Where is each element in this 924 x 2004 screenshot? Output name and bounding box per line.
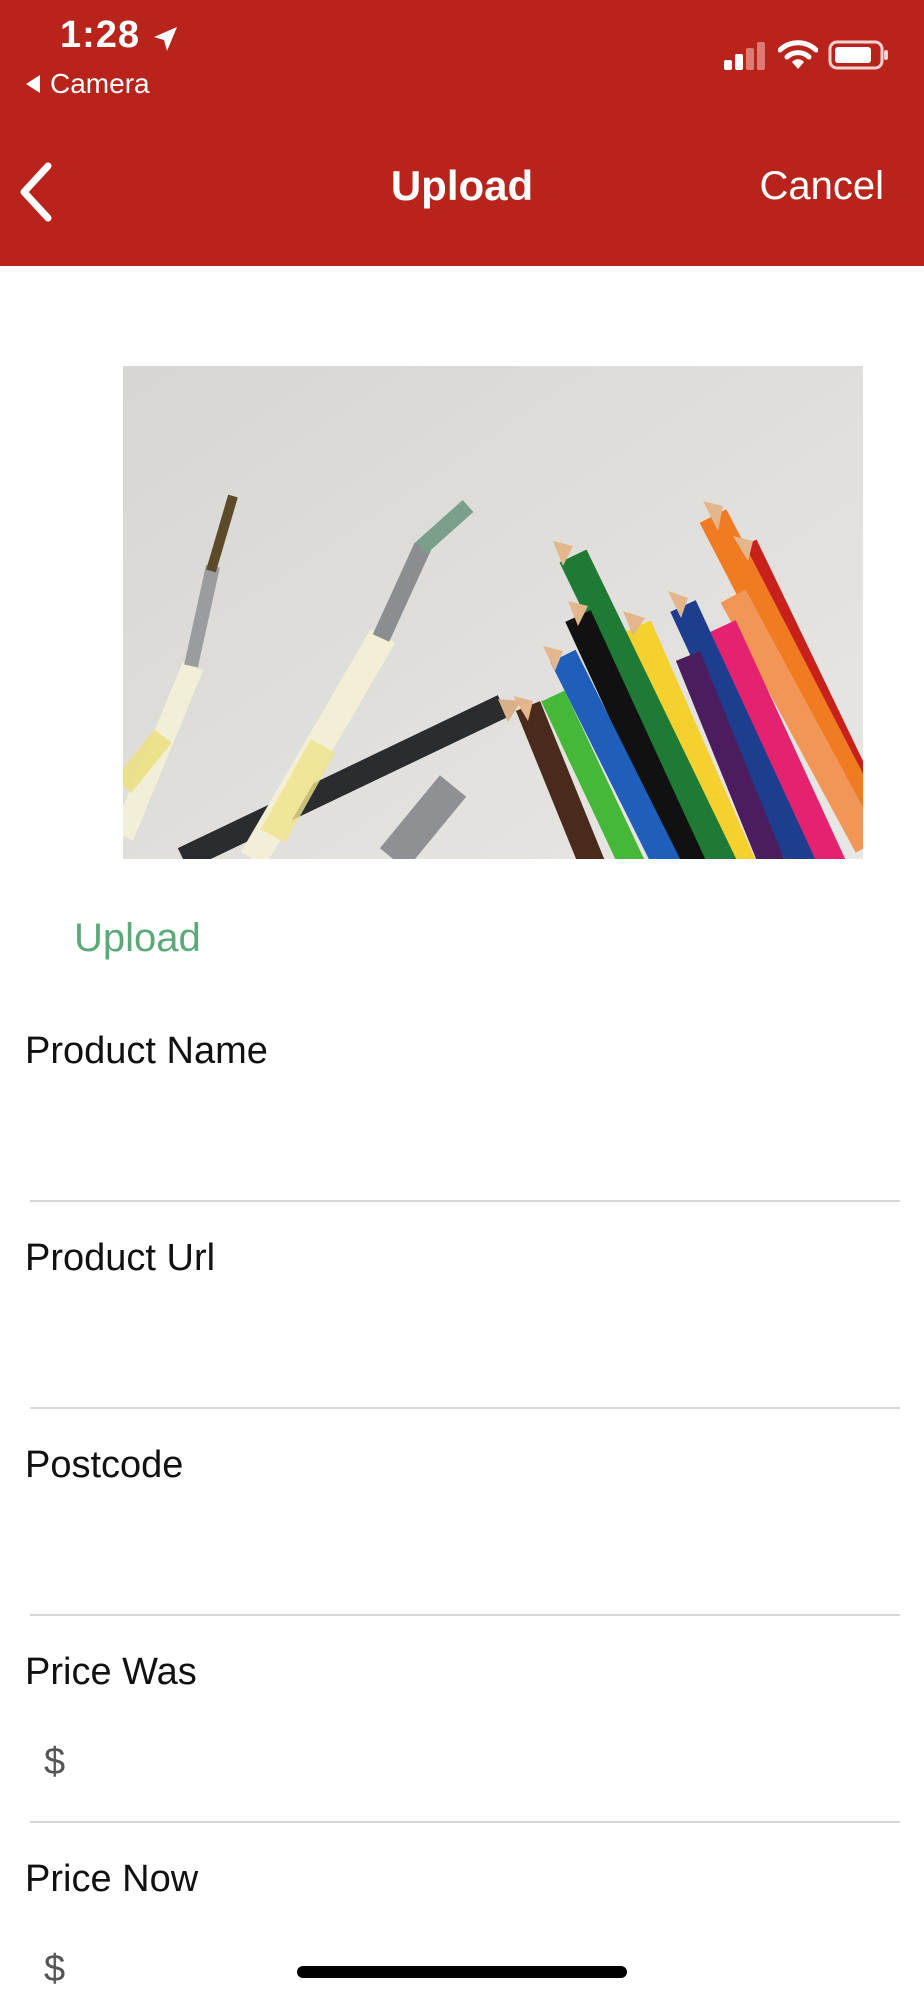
price-now-label: Price Now <box>25 1858 199 1900</box>
price-now-field: Price Now $ <box>0 1858 924 2004</box>
battery-icon <box>828 40 888 70</box>
home-indicator[interactable] <box>297 1966 627 1978</box>
price-was-label: Price Was <box>25 1651 197 1693</box>
location-arrow-icon <box>154 27 177 51</box>
product-photo <box>123 366 863 859</box>
product-url-label: Product Url <box>25 1237 216 1279</box>
postcode-label: Postcode <box>25 1444 184 1486</box>
product-url-input[interactable] <box>25 1307 899 1379</box>
back-app-label: Camera <box>50 68 150 99</box>
status-time: 1:28 <box>60 14 141 56</box>
back-to-app[interactable]: Camera <box>26 68 150 100</box>
upload-button[interactable]: Upload <box>74 916 201 961</box>
product-name-input[interactable] <box>25 1100 899 1172</box>
price-was-input[interactable] <box>80 1725 899 1797</box>
price-was-currency: $ <box>44 1741 66 1783</box>
divider <box>30 1407 900 1409</box>
back-triangle-icon <box>26 75 40 93</box>
signal-icon <box>724 42 765 70</box>
postcode-field: Postcode <box>0 1444 924 1614</box>
postcode-input[interactable] <box>25 1514 899 1586</box>
wifi-icon <box>778 40 818 69</box>
price-was-field: Price Was $ <box>0 1651 924 1821</box>
divider <box>30 1614 900 1616</box>
divider <box>30 1200 900 1202</box>
product-url-field: Product Url <box>0 1237 924 1407</box>
app-header: 1:28 Camera Upload Cancel <box>0 0 924 266</box>
cancel-button[interactable]: Cancel <box>759 164 884 209</box>
divider <box>30 1821 900 1823</box>
product-name-field: Product Name <box>0 1030 924 1210</box>
product-name-label: Product Name <box>25 1030 268 1072</box>
price-now-currency: $ <box>44 1948 66 1990</box>
